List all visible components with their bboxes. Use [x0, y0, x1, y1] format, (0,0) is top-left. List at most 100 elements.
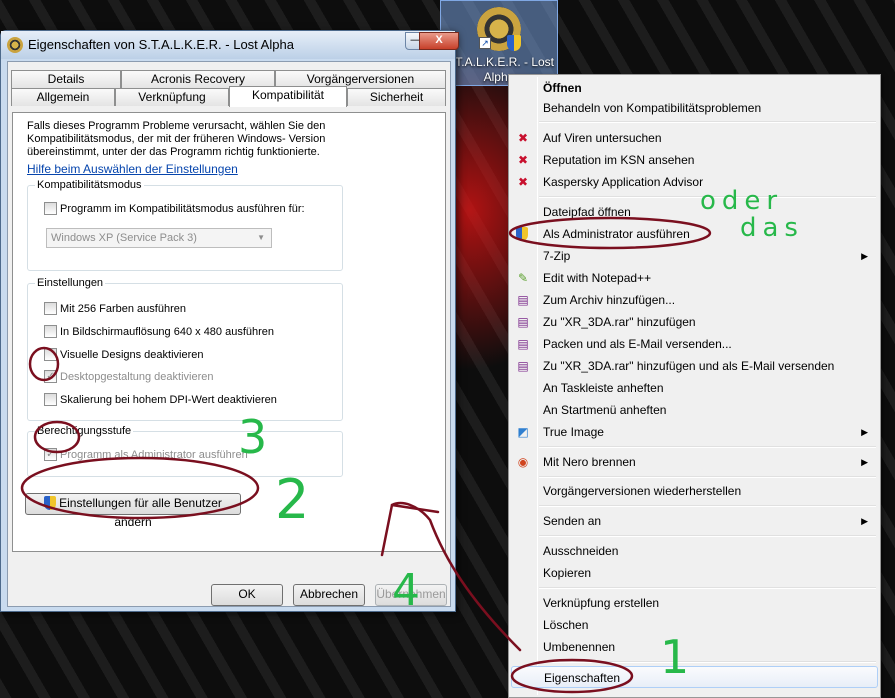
menu-separator — [539, 121, 876, 123]
tab-kompatibilitaet[interactable]: Kompatibilität — [229, 86, 347, 107]
compat-mode-label: Programm im Kompatibilitätsmodus ausführ… — [60, 203, 305, 215]
help-link[interactable]: Hilfe beim Auswählen der Einstellungen — [27, 162, 238, 176]
menu-item-pin-taskbar[interactable]: An Taskleiste anheften — [511, 377, 878, 399]
menu-item-rename[interactable]: Umbenennen — [511, 636, 878, 658]
tab-verknuepfung[interactable]: Verknüpfung — [115, 88, 229, 106]
tab-details[interactable]: Details — [11, 70, 121, 88]
true-image-icon: ◩ — [517, 425, 529, 439]
tab-sicherheit[interactable]: Sicherheit — [347, 88, 446, 106]
compat-mode-checkbox[interactable]: Programm im Kompatibilitätsmodus ausführ… — [44, 201, 305, 218]
menu-label: Zu "XR_3DA.rar" hinzufügen und als E-Mai… — [543, 359, 835, 373]
menu-item-cut[interactable]: Ausschneiden — [511, 540, 878, 562]
windows-version-select[interactable]: Windows XP (Service Pack 3) ▼ — [46, 228, 272, 248]
menu-separator — [539, 587, 876, 589]
menu-item-nero[interactable]: ◉ Mit Nero brennen ▶ — [511, 451, 878, 473]
close-button[interactable]: X — [419, 32, 459, 50]
dialog-title: Eigenschaften von S.T.A.L.K.E.R. - Lost … — [28, 37, 294, 52]
menu-item-pack-email[interactable]: ▤ Packen und als E-Mail versenden... — [511, 333, 878, 355]
menu-separator — [539, 661, 876, 663]
menu-item-open-path[interactable]: Dateipfad öffnen — [511, 201, 878, 223]
menu-label: Als Administrator ausführen — [543, 227, 690, 241]
menu-label: Packen und als E-Mail versenden... — [543, 337, 732, 351]
privilege-group: Berechtigungsstufe ✓ Programm als Adminis… — [27, 424, 343, 477]
menu-item-7zip[interactable]: 7-Zip ▶ — [511, 245, 878, 267]
menu-item-run-as-admin[interactable]: Als Administrator ausführen — [511, 223, 878, 245]
menu-item-notepadpp[interactable]: ✎ Edit with Notepad++ — [511, 267, 878, 289]
checkbox[interactable] — [44, 301, 57, 315]
compat-mode-group: Kompatibilitätsmodus Programm im Kompati… — [27, 178, 343, 271]
kaspersky-icon: ✖ — [517, 175, 529, 189]
menu-separator — [539, 505, 876, 507]
menu-item-troubleshoot-compat[interactable]: Behandeln von Kompatibilitätsproblemen — [511, 97, 878, 119]
dialog-client: Details Acronis Recovery Vorgängerversio… — [7, 61, 451, 607]
menu-item-open[interactable]: Öffnen — [511, 77, 878, 99]
checkbox[interactable] — [44, 392, 57, 406]
submenu-arrow-icon: ▶ — [861, 427, 868, 437]
winrar-icon: ▤ — [517, 359, 529, 373]
checkbox[interactable] — [44, 324, 57, 338]
submenu-arrow-icon: ▶ — [861, 251, 868, 261]
menu-item-add-rar-email[interactable]: ▤ Zu "XR_3DA.rar" hinzufügen und als E-Ma… — [511, 355, 878, 377]
menu-separator — [539, 446, 876, 448]
uac-shield-icon — [507, 35, 521, 51]
menu-item-send-to[interactable]: Senden an ▶ — [511, 510, 878, 532]
uac-shield-icon — [515, 226, 531, 241]
context-menu: Öffnen Behandeln von Kompatibilitätsprob… — [508, 74, 881, 698]
checkbox-label: Skalierung bei hohem DPI-Wert deaktivier… — [60, 394, 277, 406]
kaspersky-icon: ✖ — [517, 153, 529, 167]
checkbox[interactable] — [44, 347, 57, 361]
menu-item-add-rar[interactable]: ▤ Zu "XR_3DA.rar" hinzufügen — [511, 311, 878, 333]
menu-item-delete[interactable]: Löschen — [511, 614, 878, 636]
menu-item-add-archive[interactable]: ▤ Zum Archiv hinzufügen... — [511, 289, 878, 311]
menu-separator — [539, 535, 876, 537]
compat-mode-title: Kompatibilitätsmodus — [35, 178, 144, 192]
checkbox-checked-disabled: ✓ — [44, 447, 57, 461]
compatibility-panel: Falls dieses Programm Probleme verursach… — [12, 112, 446, 552]
checkbox-checked-disabled: ✓ — [44, 369, 57, 383]
winrar-icon: ▤ — [517, 337, 529, 351]
apply-button: Übernehmen — [375, 584, 447, 606]
all-users-settings-button[interactable]: Einstellungen für alle Benutzer ändern — [25, 493, 241, 529]
menu-item-restore-versions[interactable]: Vorgängerversionen wiederherstellen — [511, 480, 878, 502]
ok-button[interactable]: OK — [211, 584, 283, 606]
settings-group: Einstellungen Mit 256 Farben ausführen I… — [27, 276, 343, 421]
checkbox-256-colors[interactable]: Mit 256 Farben ausführen — [44, 301, 186, 318]
menu-label: Kaspersky Application Advisor — [543, 175, 704, 189]
menu-item-pin-startmenu[interactable]: An Startmenü anheften — [511, 399, 878, 421]
uac-shield-icon — [44, 495, 57, 510]
checkbox-label: Programm als Administrator ausführen — [60, 449, 248, 461]
checkbox-label: In Bildschirmauflösung 640 x 480 ausführ… — [60, 326, 275, 338]
menu-label: Edit with Notepad++ — [543, 271, 652, 285]
menu-label: Senden an — [543, 514, 602, 528]
winrar-icon: ▤ — [517, 315, 529, 329]
checkbox-640x480[interactable]: In Bildschirmauflösung 640 x 480 ausführ… — [44, 324, 275, 341]
checkbox-label: Mit 256 Farben ausführen — [60, 303, 186, 315]
menu-item-scan-viruses[interactable]: ✖ Auf Viren untersuchen — [511, 127, 878, 149]
menu-item-true-image[interactable]: ◩ True Image ▶ — [511, 421, 878, 443]
nero-icon: ◉ — [517, 455, 529, 469]
privilege-title: Berechtigungsstufe — [35, 424, 134, 438]
menu-item-create-shortcut[interactable]: Verknüpfung erstellen — [511, 592, 878, 614]
title-bar[interactable]: Eigenschaften von S.T.A.L.K.E.R. - Lost … — [1, 31, 459, 59]
dropdown-arrow-icon: ▼ — [257, 233, 265, 242]
notepad-plus-plus-icon: ✎ — [517, 271, 529, 285]
checkbox-run-as-admin: ✓ Programm als Administrator ausführen — [44, 447, 248, 464]
checkbox-dpi-scaling[interactable]: Skalierung bei hohem DPI-Wert deaktivier… — [44, 392, 277, 409]
checkbox-label: Visuelle Designs deaktivieren — [60, 349, 204, 361]
menu-separator — [539, 196, 876, 198]
submenu-arrow-icon: ▶ — [861, 457, 868, 467]
winrar-icon: ▤ — [517, 293, 529, 307]
checkbox-visual-designs[interactable]: Visuelle Designs deaktivieren — [44, 347, 204, 364]
stalker-app-icon — [7, 37, 23, 53]
menu-label: Reputation im KSN ansehen — [543, 153, 695, 167]
menu-item-copy[interactable]: Kopieren — [511, 562, 878, 584]
menu-item-properties[interactable]: Eigenschaften — [511, 666, 878, 688]
menu-label: Auf Viren untersuchen — [543, 131, 662, 145]
checkbox[interactable] — [44, 201, 57, 215]
menu-item-kaspersky-advisor[interactable]: ✖ Kaspersky Application Advisor — [511, 171, 878, 193]
cancel-button[interactable]: Abbrechen — [293, 584, 365, 606]
menu-label: 7-Zip — [543, 249, 571, 263]
checkbox-desktop-composition: ✓ Desktopgestaltung deaktivieren — [44, 369, 213, 386]
menu-item-ksn-reputation[interactable]: ✖ Reputation im KSN ansehen — [511, 149, 878, 171]
tab-allgemein[interactable]: Allgemein — [11, 88, 115, 106]
